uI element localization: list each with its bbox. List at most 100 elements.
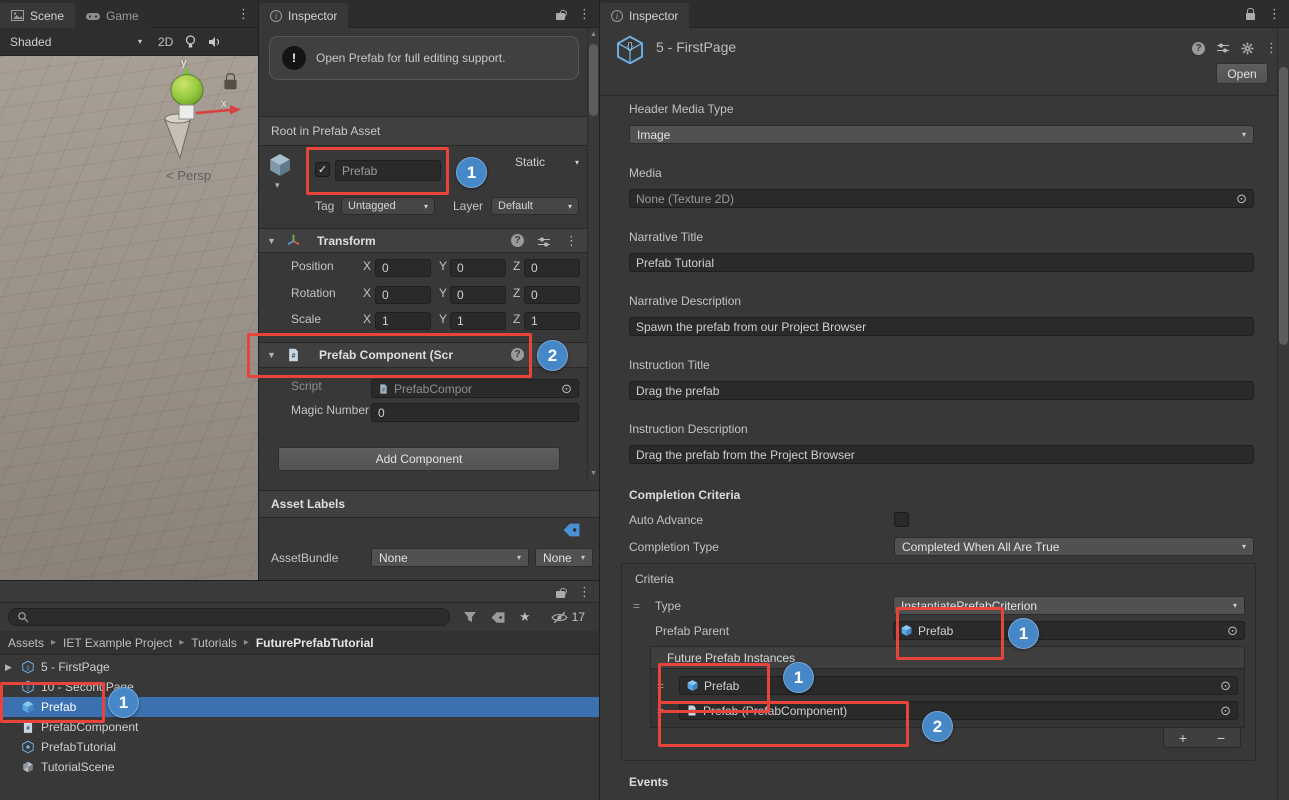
- object-picker-icon[interactable]: ⊙: [555, 382, 572, 395]
- rotation-y-field[interactable]: 0: [450, 286, 506, 304]
- kebab-menu-icon[interactable]: ⋮: [237, 6, 250, 22]
- icon-picker-chevron-icon[interactable]: ▾: [275, 180, 280, 191]
- layer-dropdown[interactable]: Default ▾: [491, 197, 579, 215]
- move-gizmo-x-arrow[interactable]: [230, 105, 241, 115]
- search-by-label-icon[interactable]: [490, 611, 506, 624]
- label-tag-icon[interactable]: [562, 522, 581, 538]
- persp-label[interactable]: < Persp: [166, 168, 211, 183]
- breadcrumb-tutorials[interactable]: Tutorials: [191, 636, 237, 650]
- annotation-badge-2: 2: [537, 340, 568, 371]
- tab-game[interactable]: Game: [75, 3, 150, 28]
- list-item-prefab[interactable]: Prefab: [0, 697, 599, 717]
- unlock-icon[interactable]: [556, 13, 565, 20]
- move-gizmo-x-axis[interactable]: [196, 110, 230, 113]
- tab-inspector[interactable]: i Inspector: [259, 3, 348, 28]
- capsule-object[interactable]: [171, 75, 203, 106]
- position-z-field[interactable]: 0: [524, 259, 580, 277]
- search-field[interactable]: [8, 608, 450, 626]
- chevron-down-icon: ▾: [1227, 601, 1237, 610]
- instruction-title-field[interactable]: Drag the prefab: [629, 381, 1254, 400]
- object-picker-icon[interactable]: ⊙: [1221, 624, 1238, 637]
- active-checkbox[interactable]: ✓: [315, 162, 330, 177]
- media-object-field[interactable]: None (Texture 2D) ⊙: [629, 189, 1254, 208]
- audio-toggle-icon[interactable]: [208, 36, 221, 48]
- shading-mode-dropdown[interactable]: Shaded ▾: [6, 32, 146, 52]
- criterion-type-dropdown[interactable]: InstantiatePrefabCriterion ▾: [893, 596, 1245, 615]
- static-dropdown[interactable]: Static ▾: [515, 156, 579, 169]
- list-item-firstpage[interactable]: ▶ {} 5 - FirstPage: [0, 657, 599, 677]
- instance-object-field[interactable]: Prefab ⊙: [679, 676, 1238, 695]
- object-picker-icon[interactable]: ⊙: [1214, 704, 1231, 717]
- breadcrumb-iet-example-project[interactable]: IET Example Project: [63, 636, 172, 650]
- help-icon[interactable]: ?: [511, 234, 524, 247]
- kebab-menu-icon[interactable]: ⋮: [1268, 6, 1281, 22]
- favorites-star-icon[interactable]: ★: [519, 609, 531, 625]
- kebab-menu-icon[interactable]: ⋮: [565, 233, 578, 249]
- asset-labels-header[interactable]: Asset Labels: [259, 490, 600, 518]
- scale-z-field[interactable]: 1: [524, 312, 580, 330]
- list-item-tutorialscene[interactable]: TutorialScene: [0, 757, 599, 777]
- list-item-label: TutorialScene: [41, 760, 115, 774]
- gameobject-name-field[interactable]: Prefab: [335, 160, 441, 181]
- help-icon[interactable]: ?: [1192, 42, 1205, 55]
- narrative-title-field[interactable]: Prefab Tutorial: [629, 253, 1254, 272]
- rotation-x-field[interactable]: 0: [375, 286, 431, 304]
- list-item-prefabcomponent[interactable]: # PrefabComponent: [0, 717, 599, 737]
- list-item-secondpage[interactable]: {} 10 - SecondPage: [0, 677, 599, 697]
- auto-advance-checkbox[interactable]: [894, 512, 909, 527]
- open-button[interactable]: Open: [1216, 63, 1268, 84]
- drag-handle-icon[interactable]: =: [633, 599, 655, 613]
- assetbundle-variant-dropdown[interactable]: None ▾: [535, 548, 593, 567]
- completion-type-dropdown[interactable]: Completed When All Are True ▾: [894, 537, 1254, 556]
- scale-y-field[interactable]: 1: [450, 312, 506, 330]
- instruction-description-field[interactable]: Drag the prefab from the Project Browser: [629, 445, 1254, 464]
- lock-icon[interactable]: [1246, 13, 1255, 20]
- position-y-field[interactable]: 0: [450, 259, 506, 277]
- gameobject-cube-icon[interactable]: [267, 152, 293, 178]
- tab-scene[interactable]: Scene: [0, 3, 75, 28]
- add-item-button[interactable]: +: [1164, 728, 1202, 747]
- drag-handle-icon[interactable]: =: [657, 679, 671, 693]
- gear-icon[interactable]: [1241, 42, 1254, 55]
- hidden-count-group[interactable]: 17: [551, 610, 591, 624]
- list-item-prefabtutorial[interactable]: PrefabTutorial: [0, 737, 599, 757]
- scrollbar-thumb[interactable]: [589, 44, 598, 116]
- presets-icon[interactable]: [1216, 42, 1230, 54]
- rotation-z-field[interactable]: 0: [524, 286, 580, 304]
- add-component-button[interactable]: Add Component: [278, 447, 560, 471]
- remove-item-button[interactable]: −: [1202, 728, 1240, 747]
- search-by-type-icon[interactable]: [463, 611, 477, 623]
- kebab-menu-icon[interactable]: ⋮: [578, 584, 591, 600]
- assetbundle-dropdown[interactable]: None ▾: [371, 548, 529, 567]
- object-picker-icon[interactable]: ⊙: [1230, 192, 1247, 205]
- lighting-toggle-icon[interactable]: [185, 35, 196, 49]
- prefab-parent-object-field[interactable]: Prefab ⊙: [893, 621, 1245, 640]
- help-icon[interactable]: ?: [511, 348, 524, 361]
- presets-icon[interactable]: [537, 236, 551, 248]
- foldout-icon[interactable]: ▼: [267, 350, 276, 360]
- instruction-title-group: Instruction Title Drag the prefab: [629, 358, 1254, 400]
- scene-viewport[interactable]: y x < Persp: [0, 56, 258, 580]
- scrollbar-thumb[interactable]: [1279, 67, 1288, 345]
- unlock-icon[interactable]: [556, 591, 565, 598]
- tag-dropdown[interactable]: Untagged ▾: [341, 197, 435, 215]
- position-x-field[interactable]: 0: [375, 259, 431, 277]
- search-input[interactable]: [35, 611, 441, 623]
- instance-object-field[interactable]: # Prefab (PrefabComponent) ⊙: [679, 701, 1238, 720]
- scale-x-field[interactable]: 1: [375, 312, 431, 330]
- list-item-prefab[interactable]: = Prefab ⊙: [655, 673, 1240, 698]
- tab-inspector-label: Inspector: [288, 9, 337, 23]
- kebab-menu-icon[interactable]: ⋮: [578, 6, 591, 22]
- magic-number-field[interactable]: 0: [371, 403, 579, 422]
- header-media-type-dropdown[interactable]: Image ▾: [629, 125, 1254, 144]
- narrative-description-field[interactable]: Spawn the prefab from our Project Browse…: [629, 317, 1254, 336]
- 2d-toggle-button[interactable]: 2D: [158, 35, 173, 49]
- foldout-icon[interactable]: ▶: [5, 662, 15, 673]
- drag-handle-icon[interactable]: =: [657, 704, 671, 718]
- breadcrumb-futureprefabtutorial[interactable]: FuturePrefabTutorial: [256, 636, 374, 650]
- move-gizmo-center[interactable]: [179, 105, 194, 119]
- breadcrumb-assets[interactable]: Assets: [8, 636, 44, 650]
- object-picker-icon[interactable]: ⊙: [1214, 679, 1231, 692]
- foldout-icon[interactable]: ▼: [267, 236, 276, 246]
- tab-inspector[interactable]: i Inspector: [600, 3, 689, 28]
